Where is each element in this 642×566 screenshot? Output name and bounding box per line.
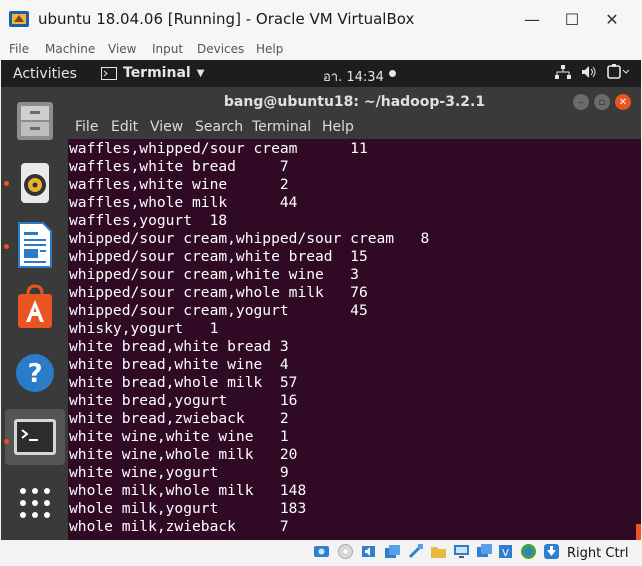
svg-text:?: ?: [27, 359, 42, 389]
host-key-arrow-icon[interactable]: [543, 543, 560, 560]
terminal-menu-bar: File Edit View Search Terminal Help: [68, 117, 641, 139]
terminal-line: whipped/sour cream,whipped/sour cream 8: [69, 230, 430, 247]
terminal-line: whole milk,whole milk 148: [69, 482, 307, 499]
terminal-line: whipped/sour cream,white bread 15: [69, 248, 368, 265]
mouse-integration-icon[interactable]: [520, 543, 537, 560]
minimize-button[interactable]: —: [512, 6, 552, 32]
guest-screen: Activities Terminal ▼ อา. 14:34 ? bang@u…: [1, 60, 641, 540]
host-key-label: Right Ctrl: [567, 546, 629, 561]
network-adapter-icon[interactable]: [384, 543, 401, 560]
app-menu-label: Terminal: [123, 65, 191, 81]
terminal-maximize-icon[interactable]: ▫: [594, 94, 610, 110]
power-icon: [607, 64, 629, 79]
terminal-menu-help[interactable]: Help: [322, 119, 354, 135]
window-title: ubuntu 18.04.06 [Running] - Oracle VM Vi…: [38, 10, 415, 28]
files-icon: [17, 102, 53, 140]
terminal-titlebar[interactable]: bang@ubuntu18: ~/hadoop-3.2.1 – ▫ ✕: [68, 87, 641, 117]
virtualbox-app-icon: [9, 11, 29, 27]
terminal-menu-edit[interactable]: Edit: [111, 119, 138, 135]
terminal-line: white bread,yogurt 16: [69, 392, 298, 409]
terminal-menu-search[interactable]: Search: [195, 119, 243, 135]
vbox-menu-file[interactable]: File: [9, 42, 29, 56]
terminal-line: waffles,white wine 2: [69, 176, 289, 193]
terminal-line: whipped/sour cream,white wine 3: [69, 266, 359, 283]
terminal-line: waffles,white bread 7: [69, 158, 289, 175]
dock-rhythmbox[interactable]: [5, 155, 65, 211]
terminal-line: whisky,yogurt 1: [69, 320, 219, 337]
dock-writer[interactable]: [5, 217, 65, 273]
notification-dot-icon: [389, 70, 396, 77]
app-menu[interactable]: Terminal ▼: [101, 65, 204, 81]
dock-show-apps[interactable]: [5, 475, 65, 531]
cpu-icon[interactable]: V: [497, 543, 514, 560]
network-icon: [555, 65, 571, 79]
vbox-status-bar: V Right Ctrl: [0, 540, 642, 566]
terminal-line: waffles,whole milk 44: [69, 194, 298, 211]
terminal-scrollbar[interactable]: [636, 524, 641, 540]
display-icon[interactable]: [453, 543, 470, 560]
terminal-menu-view[interactable]: View: [150, 119, 183, 135]
system-tray[interactable]: [555, 64, 629, 80]
terminal-small-icon: [101, 66, 117, 80]
vbox-menu-help[interactable]: Help: [256, 42, 283, 56]
terminal-line: white bread,white bread 3: [69, 338, 289, 355]
optical-drive-icon[interactable]: [337, 543, 354, 560]
terminal-icon: [14, 419, 56, 455]
chevron-down-icon: ▼: [196, 67, 205, 79]
help-icon: ?: [16, 354, 54, 392]
terminal-title: bang@ubuntu18: ~/hadoop-3.2.1: [223, 94, 486, 110]
vbox-menu-machine[interactable]: Machine: [45, 42, 95, 56]
shared-folder-icon[interactable]: [430, 543, 447, 560]
software-center-icon: [18, 284, 52, 328]
terminal-line: white bread,zwieback 2: [69, 410, 289, 427]
rhythmbox-icon: [21, 163, 49, 203]
gnome-top-bar: Activities Terminal ▼ อา. 14:34: [1, 60, 641, 87]
terminal-line: whole milk,zwieback 7: [69, 518, 289, 535]
hard-disk-icon[interactable]: [313, 543, 330, 560]
volume-icon: [582, 66, 596, 78]
vbox-menu-input[interactable]: Input: [152, 42, 183, 56]
running-indicator: [4, 439, 9, 444]
terminal-line: white bread,whole milk 57: [69, 374, 298, 391]
terminal-line: white wine,white wine 1: [69, 428, 289, 445]
vbox-menu-bar: File Machine View Input Devices Help: [0, 38, 642, 60]
vbox-menu-view[interactable]: View: [108, 42, 136, 56]
terminal-line: white bread,white wine 4: [69, 356, 289, 373]
activities-button[interactable]: Activities: [13, 66, 77, 82]
terminal-line: white wine,yogurt 9: [69, 464, 289, 481]
show-apps-icon: [20, 488, 50, 518]
clock[interactable]: อา. 14:34: [323, 66, 384, 87]
usb-icon[interactable]: [407, 543, 424, 560]
terminal-menu-terminal[interactable]: Terminal: [252, 119, 311, 135]
terminal-output[interactable]: waffles,whipped/sour cream 11 waffles,wh…: [68, 139, 641, 540]
writer-icon: [18, 222, 52, 268]
terminal-line: whole milk,yogurt 183: [69, 500, 307, 517]
vbox-title-bar: ubuntu 18.04.06 [Running] - Oracle VM Vi…: [0, 0, 642, 38]
terminal-line: whipped/sour cream,yogurt 45: [69, 302, 368, 319]
terminal-menu-file[interactable]: File: [75, 119, 98, 135]
terminal-close-icon[interactable]: ✕: [615, 94, 631, 110]
svg-text:V: V: [502, 548, 509, 559]
maximize-button[interactable]: ☐: [552, 6, 592, 32]
vbox-menu-devices[interactable]: Devices: [197, 42, 244, 56]
dock-terminal[interactable]: [5, 409, 65, 465]
terminal-line: whipped/sour cream,whole milk 76: [69, 284, 368, 301]
terminal-line: white wine,whole milk 20: [69, 446, 298, 463]
dock: ?: [1, 87, 68, 540]
close-button[interactable]: ✕: [592, 6, 632, 32]
audio-icon[interactable]: [360, 543, 377, 560]
terminal-minimize-icon[interactable]: –: [573, 94, 589, 110]
terminal-line: waffles,whipped/sour cream 11: [69, 140, 368, 157]
terminal-line: waffles,yogurt 18: [69, 212, 228, 229]
recording-icon[interactable]: [476, 543, 493, 560]
dock-files[interactable]: [5, 93, 65, 149]
terminal-lines: waffles,whipped/sour cream 11 waffles,wh…: [69, 140, 429, 536]
dock-help[interactable]: ?: [5, 345, 65, 401]
dock-software[interactable]: [5, 279, 65, 335]
